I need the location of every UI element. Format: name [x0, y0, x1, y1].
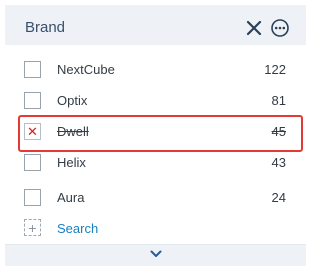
item-count: 122 [264, 62, 286, 77]
checkbox[interactable] [24, 92, 41, 109]
item-count: 24 [271, 190, 286, 205]
item-count: 81 [271, 93, 286, 108]
item-label: Dwell [57, 124, 89, 139]
checkbox[interactable] [24, 154, 41, 171]
add-icon[interactable]: + [24, 219, 41, 236]
close-icon[interactable] [244, 18, 264, 38]
expand-footer[interactable] [5, 244, 306, 266]
list-item-helix[interactable]: Helix 43 [5, 146, 306, 182]
item-count: 43 [271, 155, 286, 170]
search-link[interactable]: Search [57, 221, 98, 236]
exclude-checkbox[interactable]: ✕ [24, 123, 41, 140]
item-label: Helix [57, 155, 86, 170]
checkbox[interactable] [24, 61, 41, 78]
list-item-aura[interactable]: Aura 24 [5, 181, 306, 217]
item-count: 45 [271, 124, 286, 139]
item-label: NextCube [57, 62, 115, 77]
more-options-icon[interactable] [270, 18, 290, 38]
panel-title: Brand [25, 19, 66, 36]
checkbox[interactable] [24, 189, 41, 206]
item-label: Optix [57, 93, 88, 108]
item-label: Aura [57, 190, 85, 205]
brand-filter-panel: Brand NextCube 122 Optix 81 ✕ Dwell 45 H… [0, 0, 315, 266]
exclude-x-icon: ✕ [27, 124, 38, 139]
chevron-down-icon[interactable] [150, 249, 162, 259]
panel-header: Brand [5, 5, 306, 45]
